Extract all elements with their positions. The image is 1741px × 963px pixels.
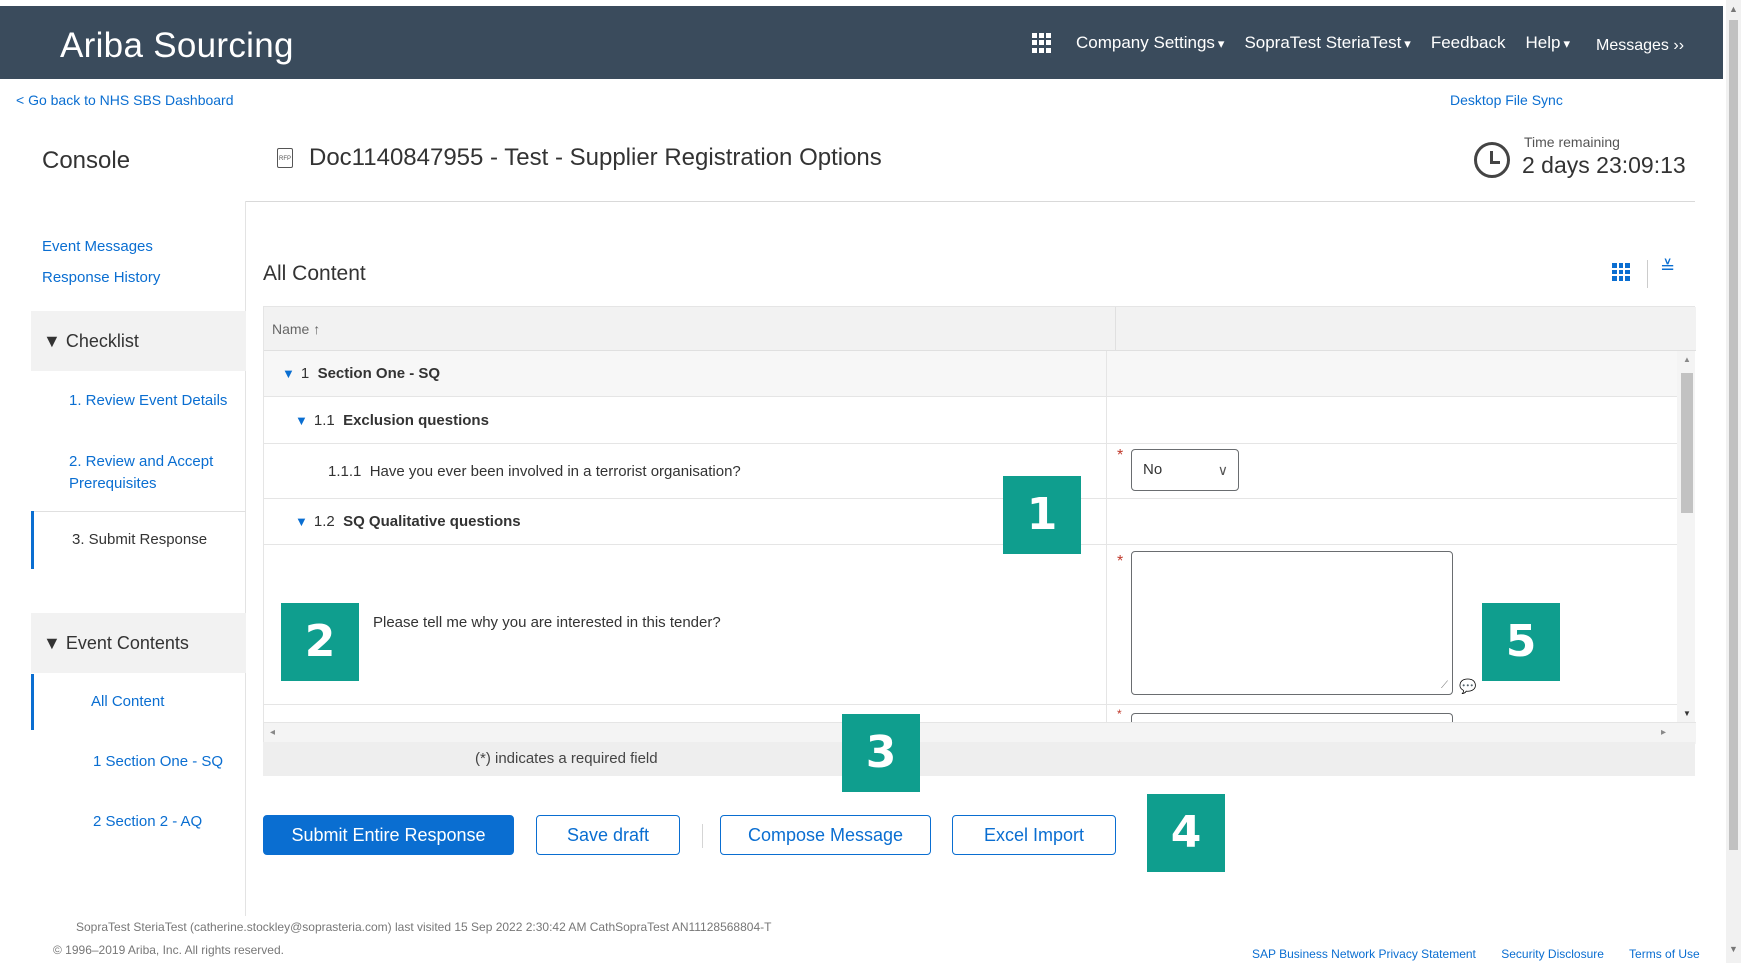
time-remaining-value: 2 days 23:09:13 (1522, 152, 1686, 178)
last-visited-info: SopraTest SteriaTest (catherine.stockley… (76, 920, 772, 934)
scroll-down-arrow-icon[interactable]: ▼ (1729, 944, 1738, 954)
console-title: Console (42, 147, 131, 174)
column-header-name[interactable]: Name ↑ (272, 321, 320, 337)
footer-links: SAP Business Network Privacy Statement S… (1252, 947, 1722, 961)
callout-badge-4: 4 (1147, 794, 1225, 872)
event-messages-link[interactable]: Event Messages (42, 238, 153, 255)
add-comment-icon[interactable]: 💬 (1459, 678, 1476, 695)
sidebar-item-section-one[interactable]: 1 Section One - SQ (93, 753, 223, 770)
table-row-section-1-1[interactable]: ▼ 1.1 Exclusion questions (264, 397, 1677, 444)
nav-messages[interactable]: Messages ›› (1596, 31, 1684, 55)
privacy-statement-link[interactable]: SAP Business Network Privacy Statement (1252, 947, 1476, 961)
table-row-section-1[interactable]: ▼ 1 Section One - SQ (264, 351, 1677, 397)
scroll-down-arrow-icon[interactable]: ▼ (1683, 709, 1691, 718)
callout-badge-5: 5 (1482, 603, 1560, 681)
nav-help[interactable]: Help ▾ (1526, 33, 1571, 53)
all-content-title: All Content (263, 262, 366, 285)
clock-icon (1474, 142, 1510, 178)
expand-triangle-icon[interactable]: ▼ (282, 366, 295, 381)
caret-down-icon: ▾ (1217, 36, 1225, 51)
nav-feedback[interactable]: Feedback (1431, 33, 1506, 53)
callout-badge-3: 3 (842, 714, 920, 792)
required-asterisk: * (1117, 707, 1122, 721)
excel-import-button[interactable]: Excel Import (952, 815, 1116, 855)
top-header-bar: Ariba Sourcing Company Settings ▾ SopraTe… (0, 6, 1723, 79)
toolbar-divider (1647, 260, 1648, 288)
checklist-item-review-prerequisites[interactable]: 2. Review and Accept Prerequisites (31, 451, 246, 495)
content-table: Name ↑ ▼ 1 Section One - SQ ▼ 1.1 Exclusio… (263, 306, 1696, 776)
required-asterisk: * (1117, 447, 1124, 464)
caret-down-icon: ▾ (1563, 36, 1570, 51)
checklist-item-review-event-details[interactable]: 1. Review Event Details (31, 392, 246, 409)
top-nav: Company Settings ▾ SopraTest SteriaTest ▾ … (1032, 28, 1704, 58)
back-to-dashboard-link[interactable]: < Go back to NHS SBS Dashboard (16, 92, 234, 108)
chevron-down-icon: ∨ (1217, 462, 1228, 478)
caret-down-icon: ▾ (1404, 36, 1411, 51)
table-row-partial: * (264, 705, 1677, 722)
button-divider (702, 824, 703, 848)
scroll-right-arrow-icon[interactable]: ▸ (1661, 727, 1666, 738)
checklist-item-submit-response[interactable]: 3. Submit Response (31, 511, 246, 569)
copyright: © 1996–2019 Ariba, Inc. All rights reser… (53, 943, 284, 957)
callout-badge-1: 1 (1003, 476, 1081, 554)
expand-triangle-icon[interactable]: ▼ (295, 514, 308, 529)
interest-answer-textarea[interactable]: ⟋ (1131, 551, 1453, 695)
next-answer-textarea[interactable] (1131, 713, 1453, 722)
table-view-icon[interactable] (1612, 263, 1630, 281)
window-scrollbar[interactable]: ▲ ▼ (1726, 0, 1741, 963)
required-asterisk: * (1117, 553, 1124, 570)
nav-company-settings[interactable]: Company Settings ▾ (1076, 33, 1224, 53)
scroll-left-arrow-icon[interactable]: ◂ (270, 727, 275, 738)
security-disclosure-link[interactable]: Security Disclosure (1501, 947, 1604, 961)
table-row-question-interest[interactable]: Please tell me why you are interested in… (264, 545, 1677, 705)
window-scroll-thumb[interactable] (1729, 20, 1738, 850)
table-horizontal-scrollbar[interactable]: ◂ ▸ (264, 722, 1696, 744)
required-field-note: (*) indicates a required field (263, 742, 1695, 776)
nav-user-menu[interactable]: SopraTest SteriaTest ▾ (1244, 33, 1410, 53)
table-row-section-1-2[interactable]: ▼ 1.2 SQ Qualitative questions (264, 499, 1677, 545)
desktop-file-sync-link[interactable]: Desktop File Sync (1450, 92, 1563, 108)
document-title: RFP Doc1140847955 - Test - Supplier Regi… (277, 144, 882, 172)
document-title-text: Doc1140847955 - Test - Supplier Registra… (309, 144, 882, 171)
checklist-header[interactable]: ▼ Checklist (31, 311, 246, 371)
response-history-link[interactable]: Response History (42, 269, 160, 286)
time-remaining-label: Time remaining (1524, 134, 1620, 150)
expand-triangle-icon[interactable]: ▼ (295, 413, 308, 428)
resize-grip-icon[interactable]: ⟋ (1441, 680, 1448, 691)
expand-all-chevron-icon[interactable]: ≚ (1660, 258, 1675, 276)
callout-badge-2: 2 (281, 603, 359, 681)
time-remaining: Time remaining 2 days 23:09:13 (1474, 134, 1686, 179)
app-grid-icon[interactable] (1032, 33, 1052, 53)
scroll-up-arrow-icon[interactable]: ▲ (1683, 355, 1691, 364)
terrorist-org-answer-select[interactable]: No ∨ (1131, 449, 1239, 491)
sidebar-item-all-content[interactable]: All Content (31, 674, 246, 730)
terms-of-use-link[interactable]: Terms of Use (1629, 947, 1700, 961)
sidebar-item-section-two[interactable]: 2 Section 2 - AQ (93, 813, 202, 830)
question-interest-label: Please tell me why you are interested in… (373, 614, 721, 631)
table-scroll-thumb[interactable] (1681, 373, 1693, 513)
event-contents-header[interactable]: ▼ Event Contents (31, 613, 246, 673)
header-divider (245, 201, 1695, 202)
table-header: Name ↑ (264, 307, 1696, 351)
rfp-document-icon: RFP (277, 148, 293, 168)
table-row-question-1-1-1[interactable]: 1.1.1 Have you ever been involved in a t… (264, 444, 1677, 499)
submit-entire-response-button[interactable]: Submit Entire Response (263, 815, 514, 855)
compose-message-button[interactable]: Compose Message (720, 815, 931, 855)
save-draft-button[interactable]: Save draft (536, 815, 680, 855)
scroll-up-arrow-icon[interactable]: ▲ (1729, 4, 1738, 14)
table-vertical-scrollbar[interactable]: ▲ ▼ (1677, 351, 1695, 726)
brand-title[interactable]: Ariba Sourcing (60, 26, 294, 66)
